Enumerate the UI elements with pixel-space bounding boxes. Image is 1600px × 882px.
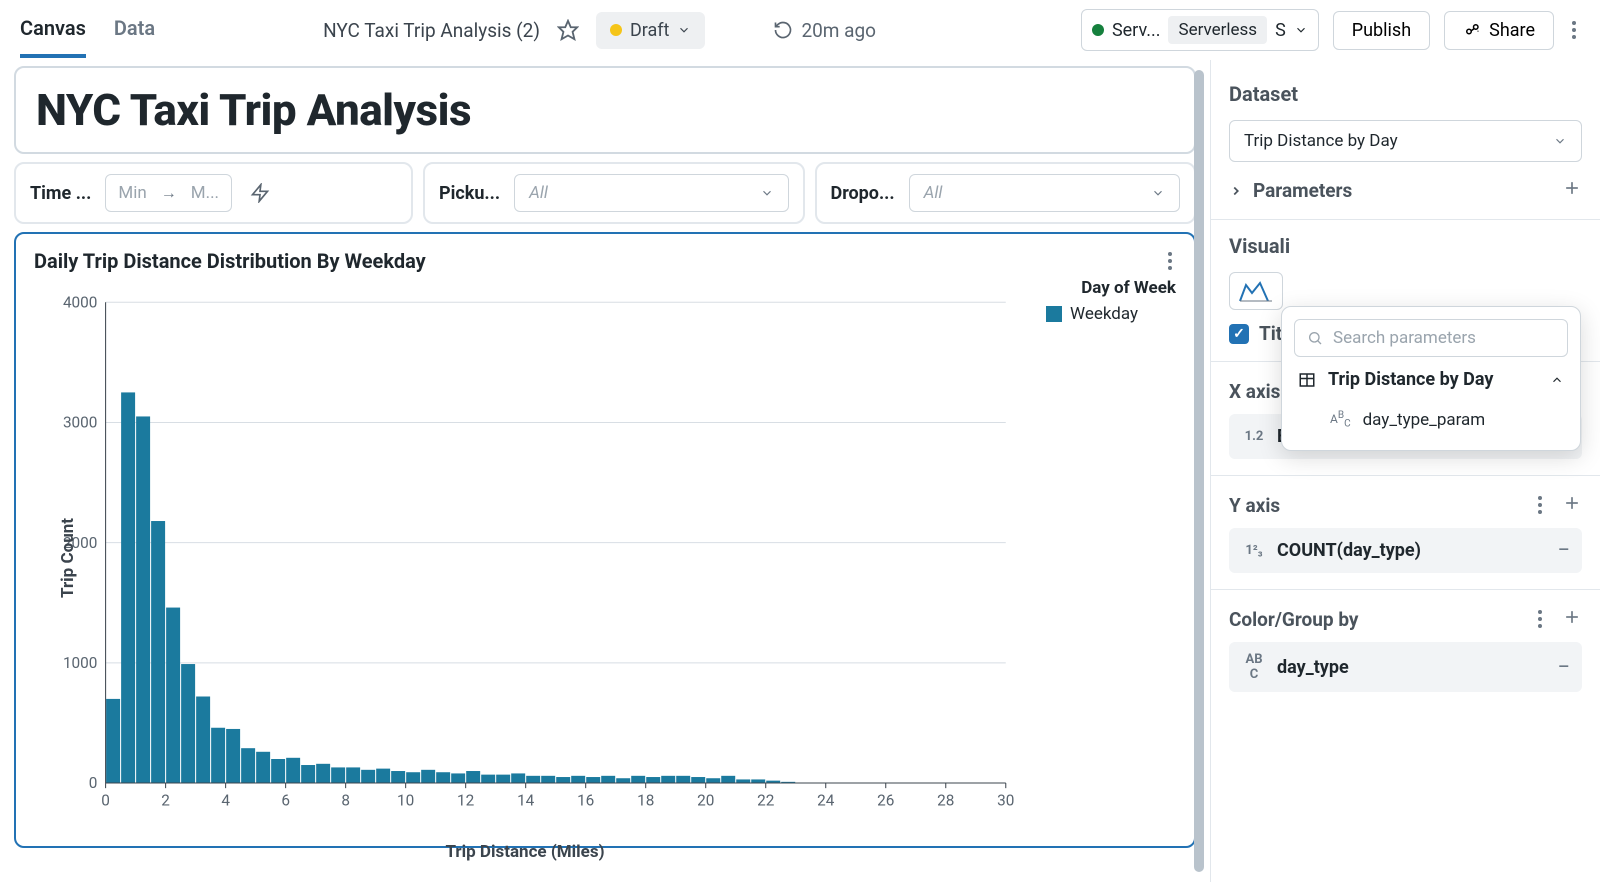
x-axis-label: Trip Distance (Miles) xyxy=(34,842,1016,862)
svg-text:14: 14 xyxy=(517,792,535,810)
overflow-menu[interactable] xyxy=(1568,17,1580,43)
remove-yaxis-button[interactable]: − xyxy=(1557,538,1570,563)
plot-area: Trip Count 01000200030004000024681012141… xyxy=(34,278,1016,838)
svg-text:3000: 3000 xyxy=(63,414,97,432)
yaxis-menu[interactable] xyxy=(1534,492,1546,518)
pickup-select[interactable]: All xyxy=(514,174,788,212)
xaxis-heading: X axis xyxy=(1229,380,1280,403)
chart-title: Daily Trip Distance Distribution By Week… xyxy=(34,249,426,273)
chart-legend: Day of Week Weekday xyxy=(1016,278,1176,838)
bolt-icon[interactable] xyxy=(246,179,274,207)
color-field[interactable]: ABC day_type − xyxy=(1229,642,1582,692)
dropoff-select[interactable]: All xyxy=(909,174,1180,212)
svg-text:30: 30 xyxy=(997,792,1014,810)
compute-mode-chip: Serverless xyxy=(1168,16,1267,44)
page-title: NYC Taxi Trip Analysis xyxy=(36,84,1174,136)
publish-button[interactable]: Publish xyxy=(1333,11,1430,50)
svg-text:28: 28 xyxy=(937,792,954,810)
draft-status-dot xyxy=(610,24,622,36)
chevron-up-icon xyxy=(1550,373,1564,387)
svg-text:2: 2 xyxy=(161,792,170,810)
svg-text:20: 20 xyxy=(697,792,714,810)
numeric-type-icon: 1.2 xyxy=(1241,429,1267,444)
color-menu[interactable] xyxy=(1534,606,1546,632)
yaxis-field[interactable]: 1²₃ COUNT(day_type) − xyxy=(1229,528,1582,573)
document-title[interactable]: NYC Taxi Trip Analysis (2) xyxy=(323,19,540,42)
popover-param-item[interactable]: ABC day_type_param xyxy=(1294,402,1568,438)
parameter-search-input[interactable] xyxy=(1333,328,1555,348)
svg-text:18: 18 xyxy=(637,792,654,810)
histogram-plot: 0100020003000400002468101214161820222426… xyxy=(34,278,1016,838)
chevron-down-icon xyxy=(1151,186,1165,200)
viz-type-chip[interactable] xyxy=(1229,272,1283,310)
title-checkbox[interactable]: ✓ xyxy=(1229,324,1249,344)
filter-time[interactable]: Time ... Min → M... xyxy=(14,162,413,224)
dataset-select[interactable]: Trip Distance by Day xyxy=(1229,120,1582,162)
svg-text:10: 10 xyxy=(397,792,414,810)
legend-item-weekday[interactable]: Weekday xyxy=(1046,304,1176,324)
dataset-heading: Dataset xyxy=(1229,82,1582,106)
svg-text:22: 22 xyxy=(757,792,775,810)
title-card[interactable]: NYC Taxi Trip Analysis xyxy=(14,66,1196,154)
share-button[interactable]: Share xyxy=(1444,11,1554,50)
time-range-input[interactable]: Min → M... xyxy=(105,174,232,212)
string-type-icon: ABC xyxy=(1241,652,1267,682)
parameter-search[interactable] xyxy=(1294,319,1568,357)
parameters-row[interactable]: Parameters xyxy=(1229,178,1582,203)
chart-card[interactable]: Daily Trip Distance Distribution By Week… xyxy=(14,232,1196,848)
visualization-heading: Visuali xyxy=(1229,234,1582,258)
add-color-button[interactable] xyxy=(1562,607,1582,632)
count-type-icon: 1²₃ xyxy=(1241,543,1267,558)
table-icon xyxy=(1298,371,1316,389)
svg-text:6: 6 xyxy=(281,792,290,810)
svg-text:24: 24 xyxy=(817,792,835,810)
canvas-area: NYC Taxi Trip Analysis Time ... Min → M.… xyxy=(0,60,1210,882)
svg-text:8: 8 xyxy=(341,792,350,810)
star-icon[interactable] xyxy=(554,16,582,44)
chevron-right-icon xyxy=(1229,184,1243,198)
svg-text:16: 16 xyxy=(577,792,594,810)
svg-text:26: 26 xyxy=(877,792,894,810)
chart-menu[interactable] xyxy=(1164,248,1176,274)
chevron-down-icon xyxy=(1294,23,1308,37)
search-icon xyxy=(1307,329,1323,347)
y-axis-label: Trip Count xyxy=(58,518,78,598)
legend-title: Day of Week xyxy=(1026,278,1176,298)
popover-dataset-item[interactable]: Trip Distance by Day xyxy=(1294,357,1568,402)
draft-label: Draft xyxy=(630,20,670,41)
parameters-popover: Trip Distance by Day ABC day_type_param xyxy=(1281,306,1581,451)
color-heading: Color/Group by xyxy=(1229,608,1358,631)
svg-text:4: 4 xyxy=(221,792,230,810)
refresh-icon xyxy=(773,20,793,40)
svg-text:0: 0 xyxy=(89,774,98,792)
tab-data[interactable]: Data xyxy=(114,2,155,58)
main-tabs: Canvas Data xyxy=(20,2,155,58)
add-parameter-button[interactable] xyxy=(1562,178,1582,203)
svg-text:4000: 4000 xyxy=(63,293,97,311)
filters-row: Time ... Min → M... Picku... All xyxy=(14,162,1196,224)
yaxis-heading: Y axis xyxy=(1229,494,1280,517)
top-toolbar: Canvas Data NYC Taxi Trip Analysis (2) D… xyxy=(0,0,1600,60)
svg-text:12: 12 xyxy=(457,792,475,810)
last-updated[interactable]: 20m ago xyxy=(773,19,876,42)
tab-canvas[interactable]: Canvas xyxy=(20,2,86,58)
string-type-icon: ABC xyxy=(1330,411,1351,428)
connected-dot xyxy=(1092,24,1104,36)
status-draft-dropdown[interactable]: Draft xyxy=(596,12,706,49)
filter-pickup[interactable]: Picku... All xyxy=(423,162,805,224)
filter-dropoff[interactable]: Dropo... All xyxy=(815,162,1197,224)
remove-color-button[interactable]: − xyxy=(1557,655,1570,680)
config-panel: Dataset Trip Distance by Day Parameters … xyxy=(1210,60,1600,882)
add-yaxis-button[interactable] xyxy=(1562,493,1582,518)
legend-swatch xyxy=(1046,306,1062,322)
compute-selector[interactable]: Serv... Serverless S xyxy=(1081,9,1319,51)
chevron-down-icon xyxy=(1553,134,1567,148)
svg-text:0: 0 xyxy=(101,792,110,810)
chevron-down-icon xyxy=(760,186,774,200)
svg-text:1000: 1000 xyxy=(63,654,97,672)
chevron-down-icon xyxy=(677,23,691,37)
histogram-icon xyxy=(1238,279,1274,303)
share-icon xyxy=(1463,21,1481,39)
